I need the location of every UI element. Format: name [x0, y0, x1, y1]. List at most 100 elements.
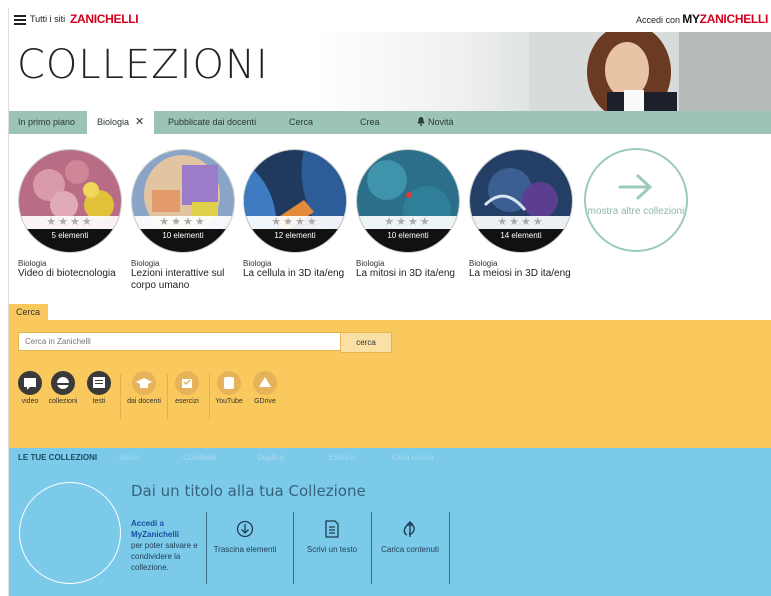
rating-stars: ★★★★ [357, 216, 459, 229]
all-sites-link[interactable]: Tutti i siti [30, 14, 65, 24]
myzanichelli-logo[interactable]: MYZANICHELLI [682, 12, 768, 26]
upload-content-label: Carica contenuti [381, 545, 439, 554]
page-title: COLLEZIONI [17, 42, 269, 88]
tab-cerca[interactable]: Cerca [289, 111, 313, 134]
delete-button[interactable]: Elimina [329, 453, 355, 462]
filter-label: video [21, 398, 39, 405]
hero-photo [529, 32, 771, 111]
texts-icon [87, 371, 111, 395]
collection-card[interactable]: ★★★★ 5 elementi Biologia Video di biotec… [18, 149, 122, 280]
login-link[interactable]: Accedi a MyZanichelli [131, 519, 179, 539]
drag-elements-label: Trascina elementi [213, 545, 277, 554]
collection-name[interactable]: Lezioni interattive sul corpo umano [131, 268, 235, 292]
element-count: 10 elementi [357, 229, 459, 252]
tab-pubblicate-dai-docenti[interactable]: Pubblicate dai docenti [168, 111, 256, 134]
filter-label: YouTube [215, 398, 243, 405]
collection-category: Biologia [243, 259, 272, 268]
collections-icon [51, 371, 75, 395]
search-input[interactable] [18, 332, 342, 351]
share-button[interactable]: Condividi [183, 453, 216, 462]
collection-title-field[interactable]: Dai un titolo alla tua Collezione [131, 482, 366, 500]
collection-name[interactable]: La meiosi in 3D ita/eng [469, 268, 573, 280]
login-prompt-text: per poter salvare e condividere la colle… [131, 541, 198, 572]
collection-name[interactable]: Video di biotecnologia [18, 268, 122, 280]
hamburger-menu-icon[interactable] [14, 15, 26, 25]
show-more-label: mostra altre collezioni [587, 206, 685, 217]
search-button[interactable]: cerca [340, 332, 392, 353]
tab-novita[interactable]: Novità [417, 111, 454, 134]
collection-thumbnail[interactable]: ★★★★ 5 elementi [18, 149, 122, 253]
collection-category: Biologia [356, 259, 385, 268]
write-text-button[interactable]: Scrivi un testo [293, 512, 371, 584]
divider [206, 512, 207, 584]
filter-label: testi [92, 398, 106, 405]
collection-card[interactable]: ★★★★ 10 elementi Biologia La mitosi in 3… [356, 149, 460, 280]
collection-category: Biologia [131, 259, 160, 268]
collection-category: Biologia [18, 259, 47, 268]
rating-stars: ★★★★ [470, 216, 572, 229]
filter-esercizi[interactable]: esercizi [169, 371, 205, 405]
teachers-icon [132, 371, 156, 395]
exercises-icon [175, 371, 199, 395]
element-count: 5 elementi [19, 229, 121, 252]
collection-name[interactable]: La cellula in 3D ita/eng [243, 268, 347, 280]
rating-stars: ★★★★ [132, 216, 234, 229]
divider [167, 374, 168, 420]
search-panel-tab[interactable]: Cerca [9, 304, 48, 320]
drag-icon [236, 520, 254, 538]
login-label[interactable]: Accedi con [636, 15, 680, 25]
collection-thumbnail[interactable]: ★★★★ 10 elementi [356, 149, 460, 253]
divider [209, 374, 210, 420]
collection-card[interactable]: ★★★★ 10 elementi Biologia Lezioni intera… [131, 149, 235, 292]
collection-thumbnail[interactable]: ★★★★ 14 elementi [469, 149, 573, 253]
element-count: 14 elementi [470, 229, 572, 252]
collection-thumbnail[interactable]: ★★★★ 10 elementi [131, 149, 235, 253]
document-icon [325, 520, 339, 538]
drag-elements-button[interactable]: Trascina elementi [206, 512, 284, 584]
my-collections-toolbar: LE TUE COLLEZIONI Salva Condividi Duplic… [9, 448, 771, 468]
write-text-label: Scrivi un testo [306, 545, 358, 554]
bell-icon [417, 117, 425, 126]
element-count: 10 elementi [132, 229, 234, 252]
save-button[interactable]: Salva [119, 453, 139, 462]
tab-bar: In primo piano Biologia ✕ Pubblicate dai … [9, 111, 771, 134]
collection-cover-placeholder[interactable] [19, 482, 121, 584]
element-count: 12 elementi [244, 229, 346, 252]
divider [371, 512, 372, 584]
upload-icon [403, 521, 415, 537]
tab-crea[interactable]: Crea [360, 111, 380, 134]
rating-stars: ★★★★ [19, 216, 121, 229]
collection-card[interactable]: ★★★★ 12 elementi Biologia La cellula in … [243, 149, 347, 280]
filter-gdrive[interactable]: GDrive [247, 371, 283, 405]
show-more-collections-button[interactable]: mostra altre collezioni [584, 148, 688, 252]
collection-thumbnail[interactable]: ★★★★ 12 elementi [243, 149, 347, 253]
close-tab-icon[interactable]: ✕ [135, 116, 144, 128]
filter-testi[interactable]: testi [81, 371, 117, 405]
filter-dai-docenti[interactable]: dai docenti [126, 371, 162, 405]
divider [449, 512, 450, 584]
video-icon [18, 371, 42, 395]
login-prompt: Accedi a MyZanichelli per poter salvare … [131, 518, 211, 573]
youtube-icon [217, 371, 241, 395]
collection-card[interactable]: ★★★★ 14 elementi Biologia La meiosi in 3… [469, 149, 573, 280]
upload-content-button[interactable]: Carica contenuti [371, 512, 449, 584]
my-collections-panel: LE TUE COLLEZIONI Salva Condividi Duplic… [9, 448, 771, 596]
duplicate-button[interactable]: Duplica [257, 453, 284, 462]
tab-biologia[interactable]: Biologia ✕ [87, 111, 155, 134]
filter-video[interactable]: video [12, 371, 48, 405]
filter-label: GDrive [254, 398, 276, 405]
zanichelli-logo[interactable]: ZANICHELLI [70, 12, 139, 26]
search-panel: cerca video collezioni testi dai docenti [9, 320, 771, 448]
tab-in-primo-piano[interactable]: In primo piano [18, 111, 75, 134]
arrow-right-icon [618, 174, 653, 200]
my-collections-title: LE TUE COLLEZIONI [18, 453, 98, 462]
collection-name[interactable]: La mitosi in 3D ita/eng [356, 268, 460, 280]
collection-category: Biologia [469, 259, 498, 268]
filter-youtube[interactable]: YouTube [211, 371, 247, 405]
filter-collezioni[interactable]: collezioni [45, 371, 81, 405]
create-new-button[interactable]: Crea nuova [392, 453, 433, 462]
filter-label: collezioni [48, 398, 78, 405]
hero-banner: COLLEZIONI [9, 32, 771, 111]
rating-stars: ★★★★ [244, 216, 346, 229]
filter-label: esercizi [175, 398, 199, 405]
